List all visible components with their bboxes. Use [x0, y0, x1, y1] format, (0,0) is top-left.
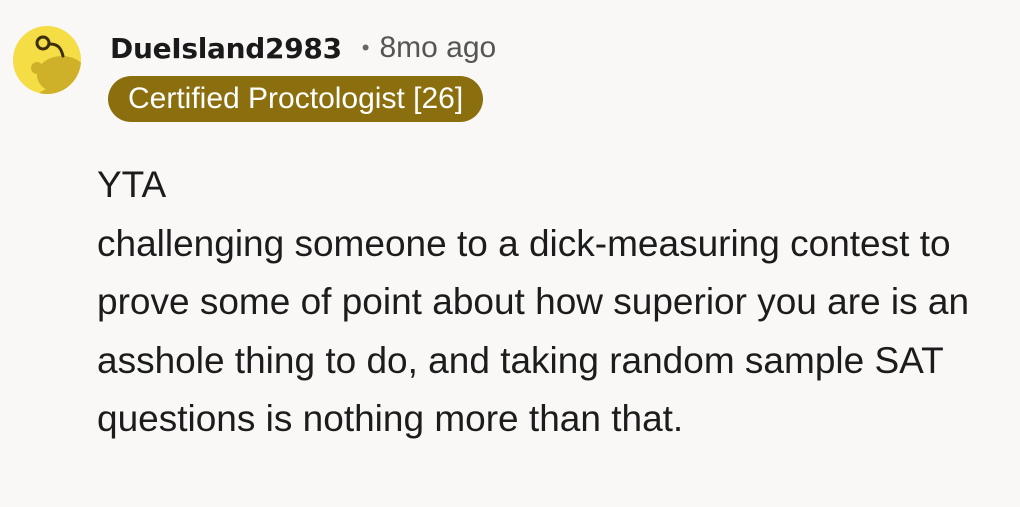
comment-header: DueIsland2983 • 8mo ago — [110, 26, 496, 70]
timestamp[interactable]: 8mo ago — [379, 31, 496, 65]
comment-text: challenging someone to a dick-measuring … — [97, 222, 970, 440]
comment-body: YTA challenging someone to a dick-measur… — [97, 156, 1007, 449]
separator-dot: • — [361, 35, 370, 60]
comment-verdict: YTA — [97, 164, 167, 205]
comment: DueIsland2983 • 8mo ago Certified Procto… — [0, 0, 1020, 507]
user-flair-badge: Certified Proctologist [26] — [108, 76, 484, 122]
reddit-snoo-avatar-icon[interactable] — [12, 14, 82, 106]
username[interactable]: DueIsland2983 — [110, 32, 342, 65]
